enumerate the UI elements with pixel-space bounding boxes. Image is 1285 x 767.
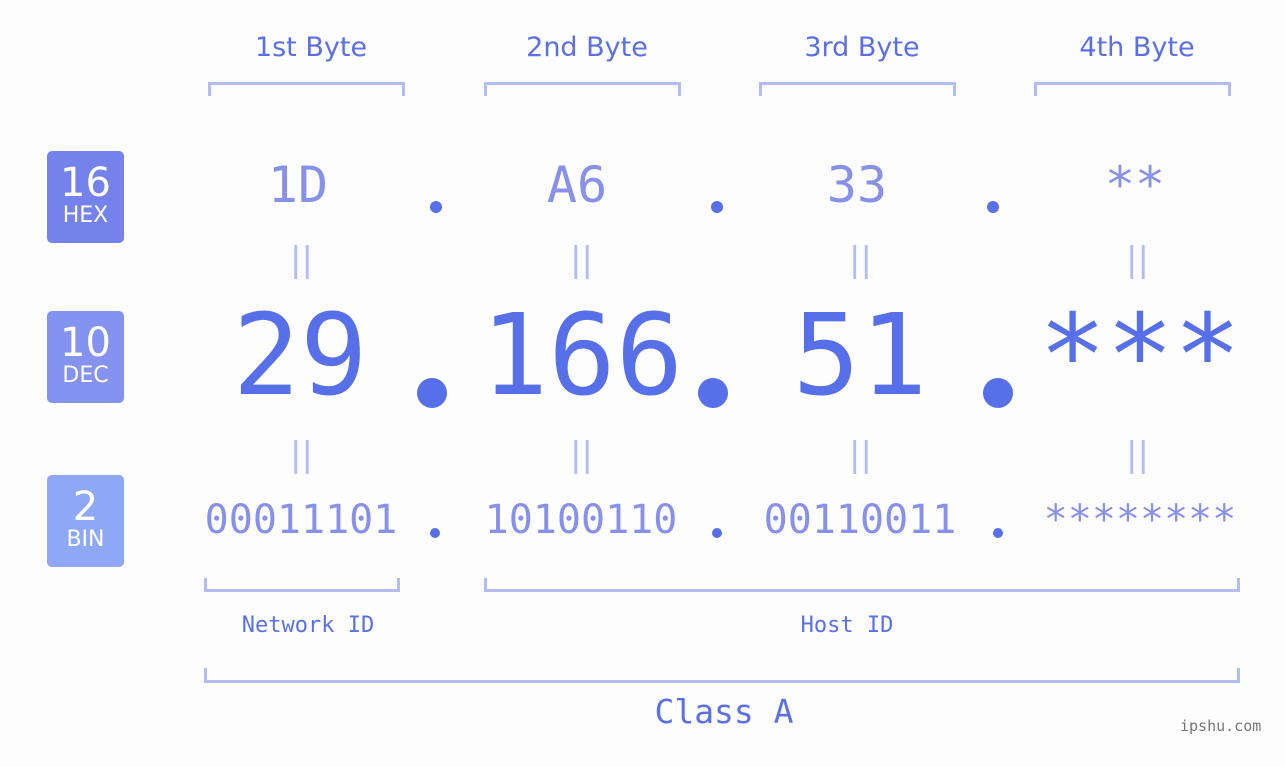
equals-sign: ||: [570, 435, 593, 475]
bin-badge: 2 BIN: [47, 475, 124, 567]
equals-sign: ||: [1126, 435, 1149, 475]
hex-byte-3: 33: [826, 156, 888, 214]
class-bracket: [204, 668, 1240, 683]
hex-badge: 16 HEX: [47, 151, 124, 243]
class-label: Class A: [654, 692, 794, 731]
hex-byte-1: 1D: [267, 156, 329, 214]
hex-byte-4: **: [1104, 156, 1166, 214]
hex-badge-label: HEX: [62, 203, 109, 228]
byte-bracket-2: [484, 82, 681, 96]
dec-byte-2: 166: [480, 291, 684, 421]
dec-badge: 10 DEC: [47, 311, 124, 403]
byte-bracket-3: [759, 82, 956, 96]
bin-badge-number: 2: [72, 484, 99, 530]
byte-label-4: 4th Byte: [1079, 32, 1195, 63]
equals-sign: ||: [849, 240, 872, 280]
bin-byte-2: 10100110: [484, 497, 678, 543]
dec-separator-dot: [698, 378, 728, 408]
equals-sign: ||: [570, 240, 593, 280]
hex-byte-2: A6: [546, 156, 608, 214]
byte-bracket-4: [1034, 82, 1231, 96]
watermark: ipshu.com: [1180, 717, 1262, 735]
bin-separator-dot: [712, 528, 722, 538]
dec-separator-dot: [983, 378, 1013, 408]
bin-byte-1: 00011101: [204, 497, 398, 543]
equals-sign: ||: [1126, 240, 1149, 280]
host-id-bracket: [484, 578, 1240, 592]
dec-byte-4: ***: [1038, 291, 1242, 421]
hex-badge-number: 16: [60, 160, 111, 206]
dec-badge-number: 10: [60, 320, 111, 366]
byte-label-3: 3rd Byte: [804, 32, 920, 63]
network-id-bracket: [204, 578, 400, 592]
dec-separator-dot: [417, 378, 447, 408]
bin-badge-label: BIN: [66, 527, 105, 552]
hex-separator-dot: [711, 201, 723, 213]
bin-separator-dot: [430, 528, 440, 538]
equals-sign: ||: [290, 435, 313, 475]
dec-byte-1: 29: [232, 291, 368, 421]
dec-byte-3: 51: [792, 291, 928, 421]
hex-separator-dot: [430, 201, 442, 213]
byte-label-1: 1st Byte: [254, 32, 368, 63]
byte-label-2: 2nd Byte: [526, 32, 648, 63]
host-id-label: Host ID: [800, 613, 894, 638]
byte-bracket-1: [208, 82, 405, 96]
network-id-label: Network ID: [241, 613, 375, 638]
equals-sign: ||: [849, 435, 872, 475]
hex-separator-dot: [987, 201, 999, 213]
bin-separator-dot: [993, 528, 1003, 538]
equals-sign: ||: [290, 240, 313, 280]
bin-byte-4: ********: [1043, 497, 1237, 543]
bin-byte-3: 00110011: [763, 497, 957, 543]
dec-badge-label: DEC: [62, 363, 109, 388]
